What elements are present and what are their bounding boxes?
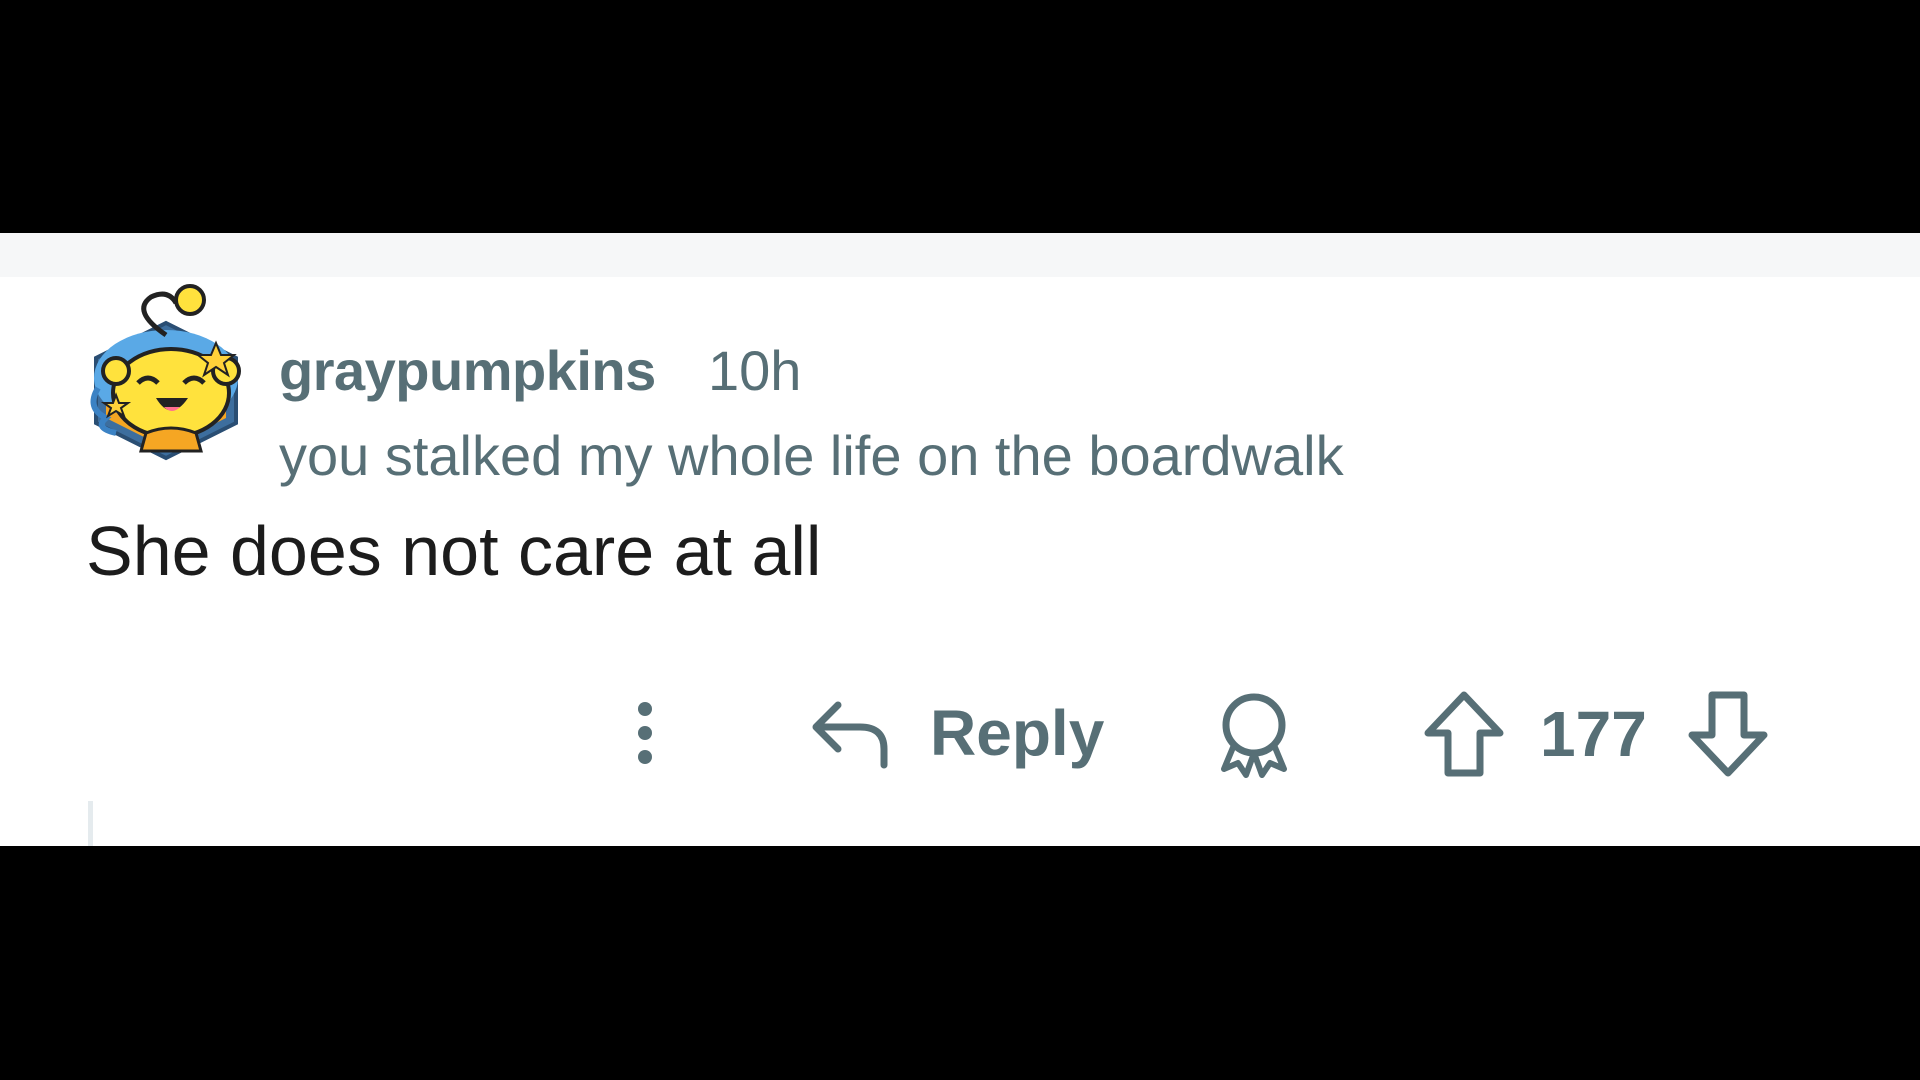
reply-button[interactable]: Reply [810, 691, 1104, 775]
reply-arrow-icon [812, 701, 888, 769]
downvote-arrow-icon [1688, 691, 1768, 777]
more-options-button[interactable] [620, 673, 670, 793]
user-avatar[interactable] [76, 283, 256, 463]
comment-author[interactable]: graypumpkins [279, 338, 656, 403]
vote-score: 177 [1540, 698, 1647, 770]
reply-label: Reply [930, 697, 1105, 769]
more-vertical-icon [638, 702, 652, 764]
top-divider-strip [0, 233, 1920, 277]
downvote-button[interactable] [1686, 689, 1770, 779]
letterbox-bottom [0, 846, 1920, 1080]
snoo-avatar-icon [90, 284, 241, 461]
comment-body: She does not care at all [86, 512, 822, 590]
comment-panel: graypumpkins 10h you stalked my whole li… [0, 233, 1920, 846]
award-button[interactable] [1212, 689, 1296, 779]
letterbox-top [0, 0, 1920, 233]
user-flair: you stalked my whole life on the boardwa… [279, 424, 1344, 487]
comment-age: 10h [708, 339, 802, 402]
award-icon [1221, 693, 1287, 778]
thread-line[interactable] [88, 801, 93, 846]
upvote-button[interactable] [1422, 689, 1506, 779]
comment-action-bar: Reply 177 [0, 673, 1920, 793]
upvote-arrow-icon [1424, 691, 1504, 777]
